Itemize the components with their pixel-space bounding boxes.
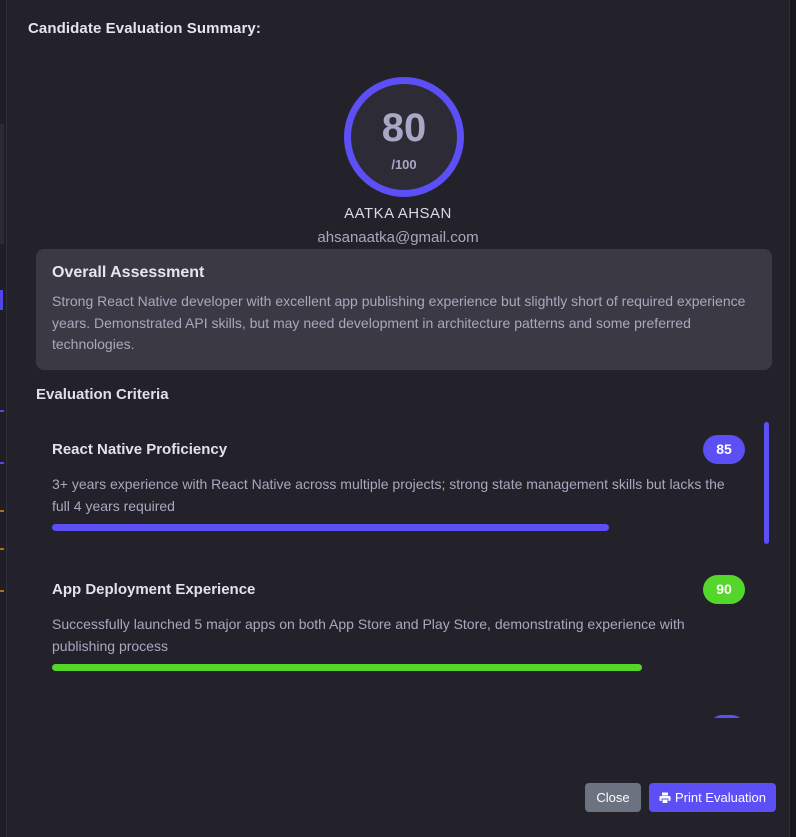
criterion-progress-bar (52, 524, 609, 531)
assessment-title: Overall Assessment (52, 264, 205, 281)
background-line (0, 410, 4, 412)
criteria-list[interactable]: React Native Proficiency 85 3+ years exp… (36, 420, 776, 718)
score-ring: 80 /100 (344, 77, 464, 197)
criterion-progress-bar (52, 664, 642, 671)
print-evaluation-button[interactable]: Print Evaluation (649, 783, 776, 812)
candidate-email: ahsanaatka@gmail.com (317, 229, 479, 246)
criteria-scrollbar[interactable] (764, 422, 769, 544)
criterion-name: App Deployment Experience (52, 581, 256, 598)
criteria-heading: Evaluation Criteria (36, 386, 169, 403)
evaluation-modal: Candidate Evaluation Summary: 80 /100 AA… (6, 0, 790, 837)
background-panel (0, 124, 4, 244)
background-line (0, 510, 4, 512)
assessment-text: Strong React Native developer with excel… (52, 293, 746, 352)
background-line (0, 462, 4, 464)
score-max: /100 (391, 157, 417, 172)
score-value: 80 (381, 106, 427, 150)
printer-icon (659, 785, 671, 814)
criterion-name: React Native Proficiency (52, 441, 228, 458)
background-line (0, 590, 4, 592)
criterion-score-badge-partial (710, 715, 744, 718)
criterion-description: 3+ years experience with React Native ac… (52, 476, 725, 514)
criterion-description: Successfully launched 5 major apps on bo… (52, 616, 685, 654)
close-button[interactable]: Close (585, 783, 641, 812)
criterion-score-badge: 90 (703, 575, 745, 604)
print-button-label: Print Evaluation (674, 790, 767, 805)
background-line (0, 548, 4, 550)
background-accent (0, 290, 3, 310)
overall-assessment-card: Overall Assessment Strong React Native d… (36, 249, 772, 370)
candidate-name: AATKA AHSAN (344, 205, 452, 222)
modal-title: Candidate Evaluation Summary: (28, 20, 261, 37)
criterion-score-badge: 85 (703, 435, 745, 464)
